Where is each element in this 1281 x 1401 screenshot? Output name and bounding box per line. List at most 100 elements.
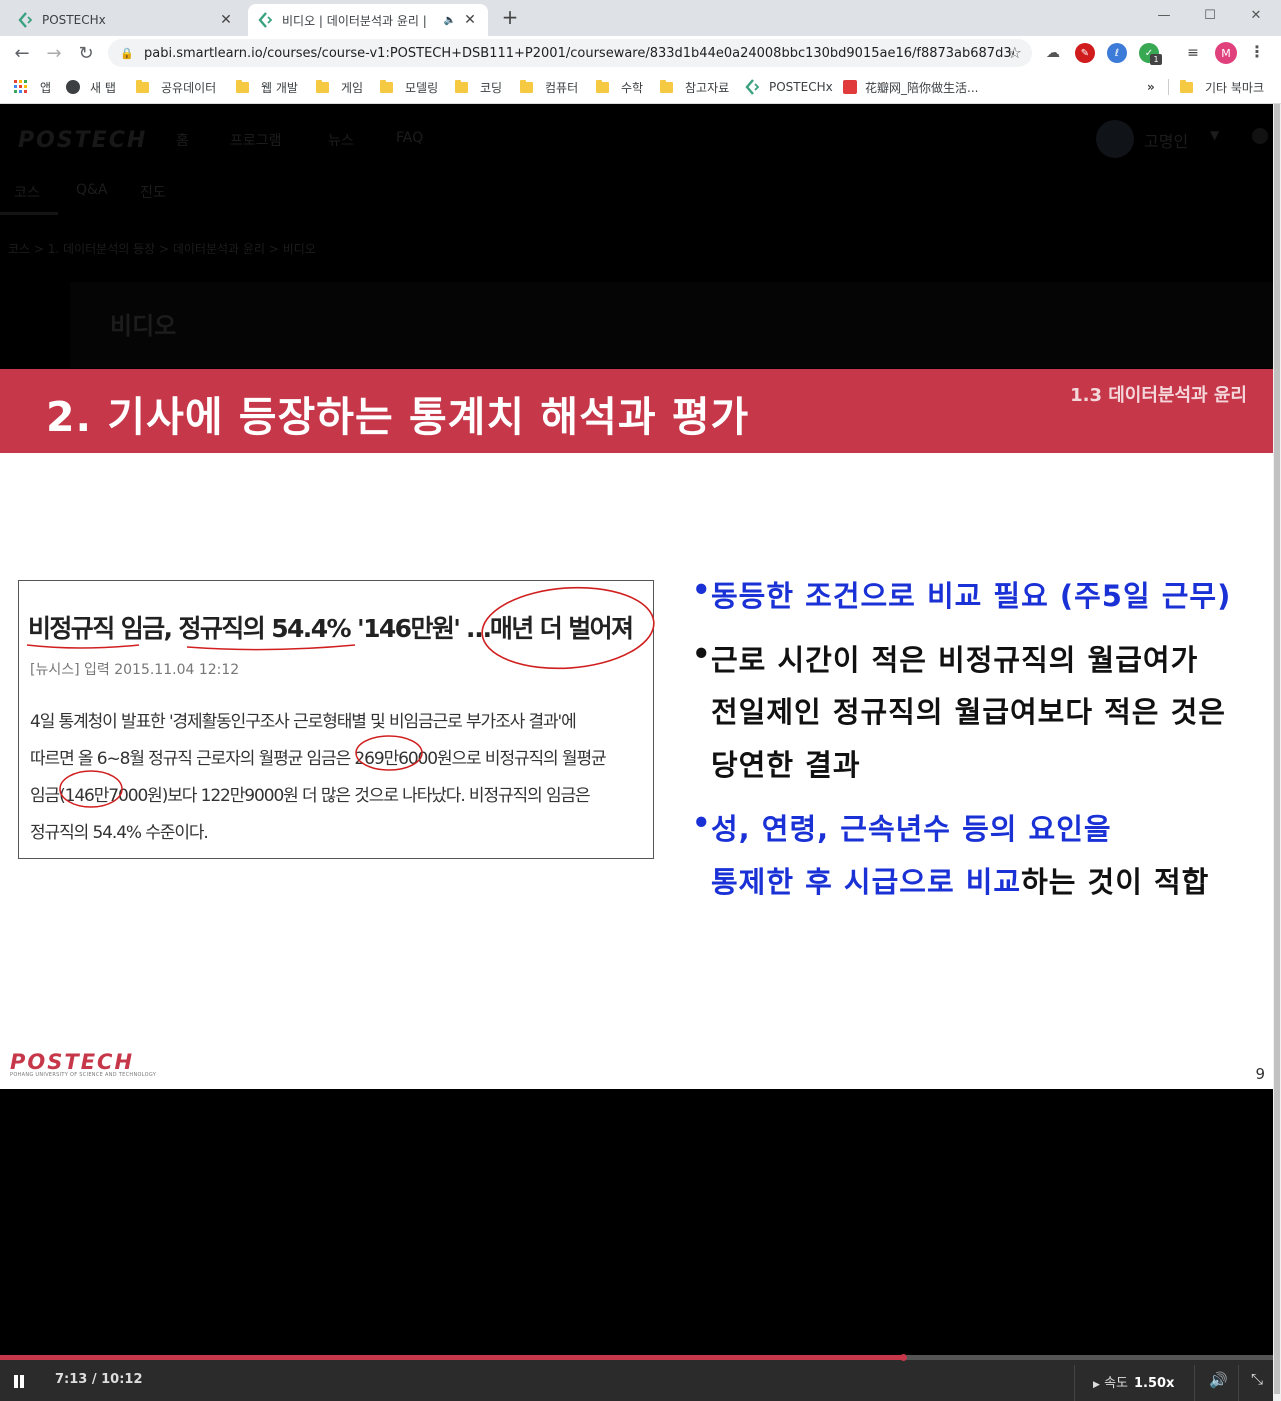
page-scrollbar[interactable]: [1273, 104, 1281, 1401]
tab-audio-icon[interactable]: 🔈: [444, 15, 456, 26]
extension-cloud-icon[interactable]: ☁: [1043, 43, 1063, 63]
site-nav-faq[interactable]: FAQ: [396, 130, 423, 146]
folder-icon: [1180, 79, 1193, 93]
browser-toolbar: ← → ↻ 🔒 pabi.smartlearn.io/courses/cours…: [0, 36, 1281, 70]
progress-handle[interactable]: [899, 1354, 907, 1361]
menu-kebab-icon[interactable]: ⋮: [1249, 42, 1265, 61]
bullet-text: 근로 시간이 적은 비정규직의 월급여가: [711, 643, 1199, 677]
underline-annotation: [186, 644, 356, 651]
profile-avatar[interactable]: M: [1215, 42, 1237, 64]
bookmark-other[interactable]: 기타 북마크: [1180, 77, 1264, 97]
volume-icon[interactable]: 🔊: [1209, 1371, 1228, 1389]
course-tab-qa[interactable]: Q&A: [76, 182, 108, 198]
minimize-button[interactable]: —: [1141, 0, 1187, 30]
video-frame[interactable]: 2. 기사에 등장하는 통계치 해석과 평가 1.3 데이터분석과 윤리 비정규…: [0, 369, 1273, 1089]
folder-icon: [316, 79, 329, 93]
maximize-button[interactable]: ☐: [1187, 0, 1233, 30]
speed-label: 속도: [1104, 1376, 1128, 1391]
unit-title: 비디오: [110, 312, 177, 340]
course-tab-course[interactable]: 코스: [14, 182, 40, 202]
site-nav-programs[interactable]: 프로그램: [230, 130, 282, 150]
exit-fullscreen-icon[interactable]: ⤡: [1251, 1370, 1263, 1388]
reload-button[interactable]: ↻: [72, 39, 100, 67]
bookmark-label: 코딩: [480, 80, 503, 95]
tab-close-icon[interactable]: ✕: [218, 12, 234, 28]
bullet-dot: •: [692, 806, 712, 840]
bookmark-label: 참고자료: [685, 80, 730, 95]
huaban-icon: [843, 80, 857, 94]
bullet-text: 당연한 결과: [711, 748, 861, 782]
forward-button[interactable]: →: [40, 39, 68, 67]
course-tab-progress[interactable]: 진도: [140, 182, 166, 202]
progress-bar[interactable]: [0, 1354, 1273, 1361]
red-pen-annotations: [26, 586, 655, 808]
active-tab-indicator: [0, 212, 58, 215]
tab-close-icon[interactable]: ✕: [462, 12, 478, 28]
user-menu-chevron-icon[interactable]: ▼: [1210, 128, 1219, 142]
bookmark-folder[interactable]: 코딩: [455, 77, 502, 97]
bookmark-postechx[interactable]: POSTECHx: [745, 77, 833, 97]
site-logo[interactable]: POSTECH: [18, 128, 147, 153]
url-text: pabi.smartlearn.io/courses/course-v1:POS…: [144, 45, 1014, 61]
folder-icon: [596, 79, 609, 93]
bookmark-new-tab[interactable]: 새 탭: [66, 77, 116, 97]
control-divider: [1074, 1365, 1075, 1401]
tab-postechx[interactable]: POSTECHx ✕: [8, 4, 244, 36]
bookmark-folder[interactable]: 참고자료: [660, 77, 729, 97]
tab-title: POSTECHx: [42, 13, 106, 27]
speed-chevron-icon: ▶: [1093, 1380, 1100, 1390]
bullet-text-blue: 동등한 조건으로 비교 필요 (주5일 근무): [711, 579, 1232, 613]
extension-badge: 1: [1150, 54, 1162, 65]
video-controls: 7:13 / 10:12 ▶ 속도 1.50x 🔊 ⤡: [0, 1354, 1273, 1401]
bookmark-label: 花瓣网_陪你做生活...: [865, 80, 979, 95]
circle-annotation: [481, 586, 655, 670]
pause-button[interactable]: [13, 1375, 27, 1389]
scrollbar-thumb[interactable]: [1274, 104, 1280, 1394]
news-article-clipping: 비정규직 임금, 정규직의 54.4% '146만원' …매년 더 벌어져 [뉴…: [18, 580, 655, 859]
bullet-item: 통제한 후 시급으로 비교하는 것이 적합: [692, 859, 1209, 901]
logo-subtitle: POHANG UNIVERSITY OF SCIENCE AND TECHNOL…: [10, 1072, 157, 1078]
user-avatar[interactable]: [1096, 120, 1134, 158]
site-nav-home[interactable]: 홈: [176, 130, 189, 150]
slide-page-number: 9: [1255, 1065, 1265, 1083]
close-window-button[interactable]: ✕: [1233, 0, 1279, 30]
bullet-dot: •: [692, 573, 712, 607]
postechx-favicon-icon: [18, 12, 33, 28]
bookmark-label: 게임: [341, 80, 364, 95]
user-name[interactable]: 고명인: [1144, 128, 1188, 152]
bookmark-folder[interactable]: 공유데이터: [136, 77, 216, 97]
bookmark-label: POSTECHx: [769, 80, 833, 94]
bookmark-folder[interactable]: 컴퓨터: [520, 77, 578, 97]
tab-video[interactable]: 비디오 | 데이터분석과 윤리 | 🔈 ✕: [248, 4, 488, 36]
new-tab-button[interactable]: +: [498, 6, 522, 30]
bullet-item: • 근로 시간이 적은 비정규직의 월급여가: [692, 637, 1198, 679]
bookmark-apps[interactable]: 앱: [14, 77, 51, 97]
folder-icon: [136, 79, 149, 93]
bookmarks-more-button[interactable]: »: [1147, 77, 1155, 97]
bookmark-label: 앱: [40, 80, 52, 95]
extension-red-icon[interactable]: ✎: [1075, 43, 1095, 63]
apps-icon: [14, 80, 27, 93]
bullet-dot: •: [692, 637, 712, 671]
site-nav-news[interactable]: 뉴스: [328, 130, 354, 150]
breadcrumb[interactable]: 코스 > 1. 데이터분석의 등장 > 데이터분석과 윤리 > 비디오: [8, 240, 316, 257]
address-bar[interactable]: 🔒 pabi.smartlearn.io/courses/course-v1:P…: [108, 39, 1032, 67]
bookmark-star-icon[interactable]: ☆: [1008, 43, 1022, 62]
bookmark-folder[interactable]: 모델링: [380, 77, 438, 97]
postechx-icon: [745, 79, 760, 95]
folder-icon: [660, 79, 673, 93]
globe-icon[interactable]: [1252, 128, 1268, 144]
bookmark-huaban[interactable]: 花瓣网_陪你做生活...: [843, 77, 978, 97]
bullet-text-blue: 성, 연령, 근속년수 등의 요인을: [711, 812, 1112, 846]
back-button[interactable]: ←: [8, 39, 36, 67]
tab-title: 비디오 | 데이터분석과 윤리 |: [282, 13, 427, 28]
bookmark-folder[interactable]: 수학: [596, 77, 643, 97]
extension-blue-icon[interactable]: ℓ: [1107, 43, 1127, 63]
progress-played: [0, 1355, 903, 1360]
time-display: 7:13 / 10:12: [55, 1372, 143, 1387]
speed-control[interactable]: ▶ 속도 1.50x: [1093, 1372, 1174, 1391]
bullet-item: 당연한 결과: [692, 742, 861, 784]
media-control-icon[interactable]: ≡: [1183, 43, 1203, 63]
bookmark-folder[interactable]: 게임: [316, 77, 363, 97]
bookmark-folder[interactable]: 웹 개발: [236, 77, 298, 97]
